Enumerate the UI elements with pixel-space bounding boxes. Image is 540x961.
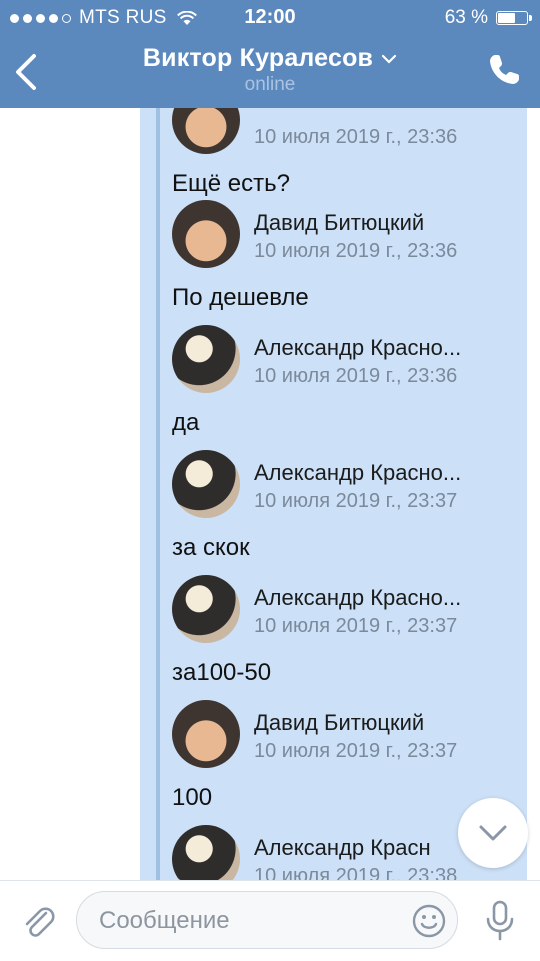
scroll-down-button[interactable] [458,798,528,868]
message-date: 10 июля 2019 г., 23:36 [254,126,458,148]
status-bar: MTS RUS 12:00 63 % [0,0,540,36]
message-area[interactable]: 10 июля 2019 г., 23:36 Ещё есть? Давид Б… [0,108,540,880]
forwarded-message: Александр Красно... 10 июля 2019 г., 23:… [172,450,532,562]
message-author[interactable]: Александр Красно... [254,585,509,611]
avatar[interactable] [172,575,240,643]
top-header: MTS RUS 12:00 63 % Виктор Куралесов onli… [0,0,540,108]
message-date: 10 июля 2019 г., 23:38 [254,865,458,880]
chat-title[interactable]: Виктор Куралесов [0,44,540,73]
message-author[interactable]: Александр Красн [254,835,454,861]
forwarded-message: 10 июля 2019 г., 23:36 Ещё есть? [172,108,532,198]
message-author[interactable]: Давид Битюцкий [254,710,509,736]
avatar[interactable] [172,325,240,393]
battery-percent: 63 % [444,7,488,28]
message-author[interactable]: Александр Красно... [254,460,509,486]
message-input-bar [0,880,540,961]
message-author[interactable]: Александр Красно... [254,335,509,361]
message-date: 10 июля 2019 г., 23:37 [254,740,458,762]
message-input-container [76,891,458,949]
forwarded-message: Давид Битюцкий 10 июля 2019 г., 23:36 По… [172,200,532,312]
chevron-down-icon [479,825,507,841]
forwarded-message: Александр Красно... 10 июля 2019 г., 23:… [172,575,532,687]
battery-icon [496,11,532,25]
message-date: 10 июля 2019 г., 23:36 [254,365,458,387]
message-text: да [172,409,200,436]
battery-status: 63 % [444,7,532,29]
forward-quote-line [156,108,160,880]
online-status: online [244,74,296,95]
microphone-icon[interactable] [480,899,520,943]
chevron-down-icon [382,55,397,64]
avatar[interactable] [172,108,240,154]
smiley-icon[interactable] [411,903,447,939]
avatar[interactable] [172,200,240,268]
message-text: Ещё есть? [172,170,290,197]
message-text: По дешевле [172,284,309,311]
forwarded-message: Давид Битюцкий 10 июля 2019 г., 23:37 10… [172,700,532,812]
message-date: 10 июля 2019 г., 23:36 [254,240,458,262]
phone-icon[interactable] [486,52,522,88]
contact-name: Виктор Куралесов [142,44,374,72]
message-text: за100-50 [172,659,272,686]
battery-fill [498,13,515,23]
message-date: 10 июля 2019 г., 23:37 [254,615,458,637]
paperclip-icon[interactable] [18,901,58,941]
avatar[interactable] [172,450,240,518]
avatar[interactable] [172,825,240,880]
forwarded-message: Александр Красно... 10 июля 2019 г., 23:… [172,325,532,437]
avatar[interactable] [172,700,240,768]
message-input[interactable] [97,900,401,942]
message-date: 10 июля 2019 г., 23:37 [254,490,458,512]
message-author[interactable]: Давид Битюцкий [254,210,509,236]
message-text: за скок [172,534,250,561]
